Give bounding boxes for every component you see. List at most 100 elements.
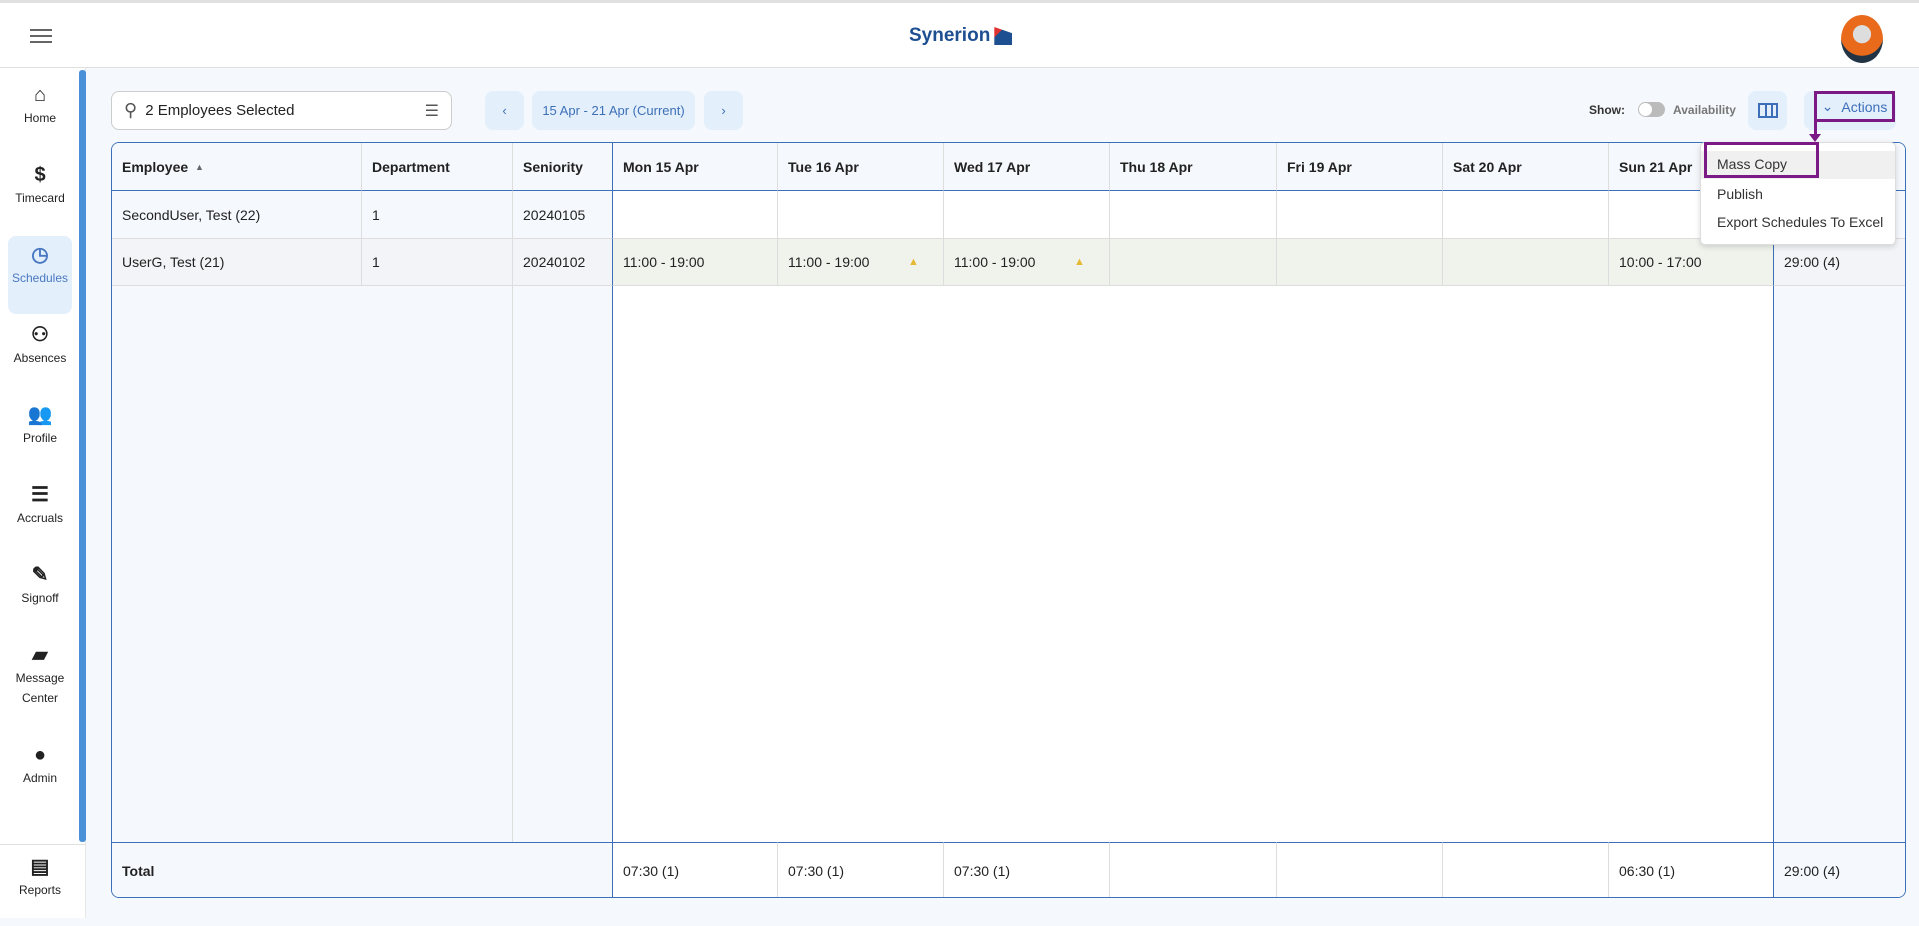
menu-item-export-excel[interactable]: Export Schedules To Excel bbox=[1717, 214, 1883, 230]
shift-cell[interactable] bbox=[944, 191, 1110, 239]
sidebar-item-timecard[interactable]: $ Timecard bbox=[8, 156, 72, 234]
hamburger-icon[interactable] bbox=[30, 29, 52, 43]
table-cell: 1 bbox=[362, 191, 513, 239]
synerion-logo: Synerion bbox=[909, 25, 1013, 47]
total-cell: 07:30 (1) bbox=[778, 842, 944, 897]
sidebar-item-label: Signoff bbox=[21, 591, 59, 605]
sidebar-item-label: Absences bbox=[13, 351, 67, 365]
grid-body-area bbox=[944, 286, 1110, 842]
sidebar-item-schedules[interactable]: ◷ Schedules bbox=[8, 236, 72, 314]
total-label: Total bbox=[112, 842, 362, 897]
show-label: Show: bbox=[1589, 103, 1625, 117]
schedule-grid: Employee ▲ Department Seniority Mon 15 Apr Tu… bbox=[111, 142, 1906, 898]
total-cell: 07:30 (1) bbox=[944, 842, 1110, 897]
grid-body-area bbox=[1774, 286, 1905, 842]
employee-search-input[interactable]: ⚲ 2 Employees Selected ☰ bbox=[111, 91, 452, 130]
filter-icon[interactable]: ☰ bbox=[425, 101, 439, 121]
shift-cell[interactable]: 29:00 (4) bbox=[1774, 239, 1905, 286]
column-header[interactable]: Tue 16 Apr bbox=[778, 143, 944, 191]
person-x-icon: ⚇ bbox=[31, 324, 49, 346]
grid-body-area bbox=[1277, 286, 1443, 842]
grid-body-area bbox=[778, 286, 944, 842]
total-cell bbox=[362, 842, 513, 897]
shift-cell[interactable]: 11:00 - 19:00 bbox=[778, 239, 944, 286]
table-cell: 1 bbox=[362, 239, 513, 286]
column-header[interactable]: Wed 17 Apr bbox=[944, 143, 1110, 191]
sidebar-item-label: Schedules bbox=[11, 271, 69, 285]
warning-icon[interactable]: ▲ bbox=[1074, 256, 1085, 268]
column-header[interactable]: Fri 19 Apr bbox=[1277, 143, 1443, 191]
table-cell: SecondUser, Test (22) bbox=[112, 191, 362, 239]
sidebar-item-label: Accruals bbox=[16, 511, 63, 525]
accruals-icon: ☰ bbox=[31, 484, 49, 506]
grid-body-area bbox=[1443, 286, 1609, 842]
sidebar-item-reports[interactable]: ▤ Reports bbox=[8, 848, 72, 926]
chat-icon: ▰ bbox=[32, 644, 48, 666]
sidebar: ⌂ Home $ Timecard ◷ Schedules ⚇ Absences 👥 Profil… bbox=[0, 68, 86, 918]
shift-cell[interactable] bbox=[1110, 191, 1277, 239]
prev-week-button[interactable]: ‹ bbox=[485, 91, 524, 130]
sidebar-item-label: Message Center bbox=[15, 671, 65, 705]
dollar-icon: $ bbox=[34, 164, 46, 186]
divider bbox=[0, 844, 86, 845]
warning-icon[interactable]: ▲ bbox=[908, 256, 919, 268]
table-cell: 20240102 bbox=[513, 239, 613, 286]
column-header[interactable]: Seniority bbox=[513, 143, 613, 191]
grid-body-area bbox=[112, 286, 362, 842]
shift-cell[interactable]: 11:00 - 19:00 bbox=[613, 239, 778, 286]
sidebar-scrollbar[interactable] bbox=[79, 70, 86, 842]
column-header[interactable]: Employee ▲ bbox=[112, 143, 362, 191]
shift-cell[interactable] bbox=[778, 191, 944, 239]
sidebar-item-message-center[interactable]: ▰ Message Center bbox=[8, 636, 72, 732]
availability-label: Availability bbox=[1673, 103, 1736, 117]
total-cell: 29:00 (4) bbox=[1774, 842, 1905, 897]
grid-body-area bbox=[513, 286, 613, 842]
sidebar-item-admin[interactable]: ● Admin bbox=[8, 736, 72, 814]
grid-body-area bbox=[1609, 286, 1774, 842]
grid-body-area bbox=[1110, 286, 1277, 842]
reports-icon: ▤ bbox=[30, 856, 50, 878]
column-header[interactable]: Mon 15 Apr bbox=[613, 143, 778, 191]
sidebar-item-label: Timecard bbox=[15, 191, 65, 205]
annotation-highlight-box bbox=[1704, 142, 1819, 178]
avatar[interactable] bbox=[1841, 15, 1883, 63]
total-cell bbox=[1443, 842, 1609, 897]
column-header[interactable]: Thu 18 Apr bbox=[1110, 143, 1277, 191]
sidebar-item-home[interactable]: ⌂ Home bbox=[8, 76, 72, 154]
grid-body-area bbox=[613, 286, 778, 842]
column-header[interactable]: Sat 20 Apr bbox=[1443, 143, 1609, 191]
sidebar-item-accruals[interactable]: ☰ Accruals bbox=[8, 476, 72, 554]
menu-item-publish[interactable]: Publish bbox=[1717, 186, 1763, 202]
sidebar-item-label: Reports bbox=[18, 883, 62, 897]
home-icon: ⌂ bbox=[33, 84, 47, 106]
availability-toggle[interactable] bbox=[1638, 102, 1665, 117]
shift-cell[interactable] bbox=[1110, 239, 1277, 286]
sort-asc-icon[interactable]: ▲ bbox=[195, 162, 204, 172]
next-week-button[interactable]: › bbox=[704, 91, 743, 130]
columns-button[interactable] bbox=[1748, 91, 1787, 130]
shift-cell[interactable] bbox=[1443, 239, 1609, 286]
shift-cell[interactable]: 10:00 - 17:00 bbox=[1609, 239, 1774, 286]
actions-button[interactable]: ⌄ Actions bbox=[1814, 91, 1895, 122]
sidebar-item-absences[interactable]: ⚇ Absences bbox=[8, 316, 72, 394]
sidebar-item-signoff[interactable]: ✎ Signoff bbox=[8, 556, 72, 634]
shift-cell[interactable] bbox=[1277, 191, 1443, 239]
people-icon: 👥 bbox=[27, 404, 53, 426]
shift-cell[interactable] bbox=[613, 191, 778, 239]
total-cell bbox=[1277, 842, 1443, 897]
table-cell: 20240105 bbox=[513, 191, 613, 239]
total-cell: 06:30 (1) bbox=[1609, 842, 1774, 897]
week-selector[interactable]: 15 Apr - 21 Apr (Current) bbox=[532, 91, 695, 130]
sidebar-item-label: Profile bbox=[22, 431, 57, 445]
signoff-icon: ✎ bbox=[31, 564, 49, 586]
column-header[interactable]: Department bbox=[362, 143, 513, 191]
grid-body-area bbox=[362, 286, 513, 842]
shift-cell[interactable]: 11:00 - 19:00 bbox=[944, 239, 1110, 286]
total-cell bbox=[1110, 842, 1277, 897]
search-icon: ⚲ bbox=[124, 100, 138, 120]
top-bar: Synerion bbox=[0, 0, 1919, 68]
shift-cell[interactable] bbox=[1443, 191, 1609, 239]
shift-cell[interactable] bbox=[1277, 239, 1443, 286]
annotation-arrowhead bbox=[1809, 134, 1821, 142]
sidebar-item-profile[interactable]: 👥 Profile bbox=[8, 396, 72, 474]
